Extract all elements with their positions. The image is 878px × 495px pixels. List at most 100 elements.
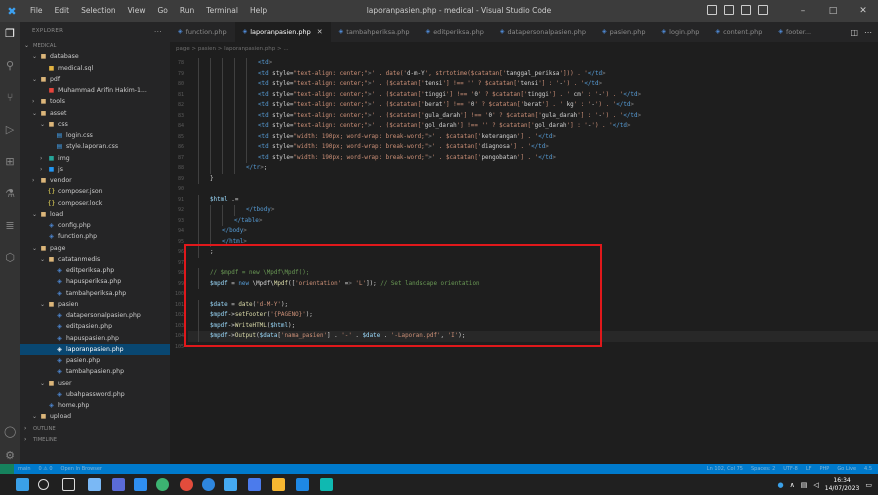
code-line[interactable] [198, 184, 868, 195]
status-right-item[interactable]: Spaces: 2 [751, 466, 775, 472]
tree-file[interactable]: ◈ editpasien.php [20, 321, 170, 332]
code-line[interactable]: <td style="text-align: center;">' . ($ca… [258, 100, 878, 111]
notifications-icon[interactable]: ▭ [865, 481, 872, 489]
code-line[interactable]: $mpdf->WriteHTML($html); [210, 321, 878, 332]
code-line[interactable]: </body> [222, 226, 878, 237]
code-line[interactable]: <td style="text-align: center;">' . ($ca… [258, 79, 878, 90]
tree-file[interactable]: ◈ function.php [20, 231, 170, 242]
remote-indicator[interactable] [0, 464, 14, 474]
tab-login-php[interactable]: ◈ login.php [654, 22, 708, 42]
tree-file[interactable]: ◈ hapusperiksa.php [20, 276, 170, 287]
app-icon-2[interactable] [112, 478, 125, 491]
chevron-up-icon[interactable]: ∧ [790, 481, 795, 489]
more-editor-actions-icon[interactable]: ⋯ [864, 28, 872, 37]
search-taskbar-icon[interactable] [38, 479, 49, 490]
start-icon[interactable] [16, 478, 29, 491]
menu-terminal[interactable]: Terminal [200, 0, 244, 22]
run-debug-icon[interactable]: ▷ [4, 124, 16, 136]
tree-file[interactable]: {} composer.lock [20, 198, 170, 209]
tab-laporanpasien-php[interactable]: ◈ laporanpasien.php ✕ [234, 22, 331, 42]
toggle-panel-icon[interactable] [724, 5, 734, 15]
menu-help[interactable]: Help [244, 0, 273, 22]
more-actions-icon[interactable]: ⋯ [154, 27, 162, 36]
app-icon-1[interactable] [88, 478, 101, 491]
tab-tambahperiksa-php[interactable]: ◈ tambahperiksa.php [331, 22, 418, 42]
tree-file[interactable]: ◈ tambahpasien.php [20, 366, 170, 377]
code-line[interactable] [198, 258, 868, 269]
help-icon[interactable]: ● [778, 481, 784, 489]
tree-file[interactable]: › ■ img [20, 153, 170, 164]
tab-pasien-php[interactable]: ◈ pasien.php [594, 22, 653, 42]
tab-content-php[interactable]: ◈ content.php [707, 22, 770, 42]
tree-file[interactable]: ◈ ubahpassword.php [20, 389, 170, 400]
file-explorer-icon[interactable] [272, 478, 285, 491]
code-line[interactable]: </tbody> [246, 205, 878, 216]
tree-file[interactable]: ■ Muhammad Arifin Hakim-1... [20, 85, 170, 96]
tree-file[interactable]: {} composer.json [20, 186, 170, 197]
minimize-icon[interactable]: – [788, 0, 818, 22]
edge-icon[interactable] [202, 478, 215, 491]
tree-file[interactable]: ▤ login.css [20, 130, 170, 141]
tab-function-php[interactable]: ◈ function.php [170, 22, 235, 42]
status-left-item[interactable]: Open In Browser [61, 466, 102, 472]
menu-go[interactable]: Go [151, 0, 173, 22]
code-line[interactable]: $mpdf->setFooter('{PAGENO}'); [210, 310, 878, 321]
code-line[interactable]: } [210, 174, 878, 185]
code-line[interactable]: <td style="text-align: center;">' . ($ca… [258, 121, 878, 132]
tree-section[interactable]: ⌄ MEDICAL [20, 40, 170, 51]
code-line[interactable]: ; [210, 247, 878, 258]
status-right-item[interactable]: PHP [820, 466, 830, 472]
tree-folder[interactable]: ⌄ ■ asset [20, 108, 170, 119]
tree-folder[interactable]: ⌄ ■ upload [20, 411, 170, 422]
code-line[interactable]: <td style="text-align: center;">' . ($ca… [258, 90, 878, 101]
app-icon-6[interactable] [248, 478, 261, 491]
close-icon[interactable]: ✕ [848, 0, 878, 22]
task-view-icon[interactable] [62, 478, 75, 491]
tree-file[interactable]: ◈ datapersonalpasien.php [20, 310, 170, 321]
menu-run[interactable]: Run [174, 0, 200, 22]
tree-folder[interactable]: ⌄ ■ css [20, 119, 170, 130]
app-icon-5[interactable] [224, 478, 237, 491]
code-line[interactable]: <td> [258, 58, 878, 69]
code-line[interactable]: <td style="width: 190px; word-wrap: brea… [258, 142, 878, 153]
testing-icon[interactable]: ⚗ [4, 188, 16, 200]
account-icon[interactable]: ◯ [4, 426, 16, 438]
status-left-item[interactable]: main [18, 466, 31, 472]
search-icon[interactable]: ⚲ [4, 60, 16, 72]
settings-gear-icon[interactable]: ⚙ [4, 450, 16, 462]
tree-file[interactable]: ◈ home.php [20, 400, 170, 411]
status-right-item[interactable]: Ln 102, Col 75 [707, 466, 743, 472]
code-line[interactable]: </html> [222, 237, 878, 248]
code-line[interactable]: // $mpdf = new \Mpdf\Mpdf(); [210, 268, 878, 279]
menu-selection[interactable]: Selection [75, 0, 122, 22]
code-line[interactable]: $mpdf->Output($data['nama_pasien'] . '-'… [210, 331, 878, 342]
tree-file[interactable]: ▤ style.laporan.css [20, 141, 170, 152]
status-right-item[interactable]: UTF-8 [783, 466, 798, 472]
tree-folder[interactable]: ⌄ ■ load [20, 209, 170, 220]
code-line[interactable]: </tr>; [246, 163, 878, 174]
clock[interactable]: 16:34 14/07/2023 [825, 477, 860, 493]
tab-datapersonalpasien-php[interactable]: ◈ datapersonalpasien.php [492, 22, 594, 42]
code-line[interactable] [198, 342, 868, 353]
code-line[interactable]: <td style="width: 190px; word-wrap: brea… [258, 132, 878, 143]
menu-view[interactable]: View [122, 0, 152, 22]
tree-section[interactable]: › OUTLINE [20, 423, 170, 434]
tree-folder[interactable]: ⌄ ■ database [20, 51, 170, 62]
tree-folder[interactable]: › ■ vendor [20, 175, 170, 186]
source-control-icon[interactable]: ⑂ [4, 92, 16, 104]
breadcrumb[interactable]: page > pasien > laporanpasien.php > ... [170, 42, 878, 56]
menu-file[interactable]: File [24, 0, 49, 22]
tree-file[interactable]: ◈ tambahperiksa.php [20, 288, 170, 299]
tree-folder[interactable]: ⌄ ■ pdf [20, 74, 170, 85]
tree-file[interactable]: ◈ editperiksa.php [20, 265, 170, 276]
status-right-item[interactable]: 4.5 [864, 466, 872, 472]
tree-file[interactable]: ◈ config.php [20, 220, 170, 231]
code-line[interactable]: $date = date('d-M-Y'); [210, 300, 878, 311]
customize-layout-icon[interactable] [758, 5, 768, 15]
status-left-item[interactable]: 0 ⚠ 0 [39, 466, 53, 472]
maximize-icon[interactable]: □ [818, 0, 848, 22]
volume-icon[interactable]: ◁ [813, 481, 818, 489]
code-line[interactable]: </table> [234, 216, 878, 227]
tree-file[interactable]: ◈ pasien.php [20, 355, 170, 366]
tree-section[interactable]: › TIMELINE [20, 434, 170, 445]
